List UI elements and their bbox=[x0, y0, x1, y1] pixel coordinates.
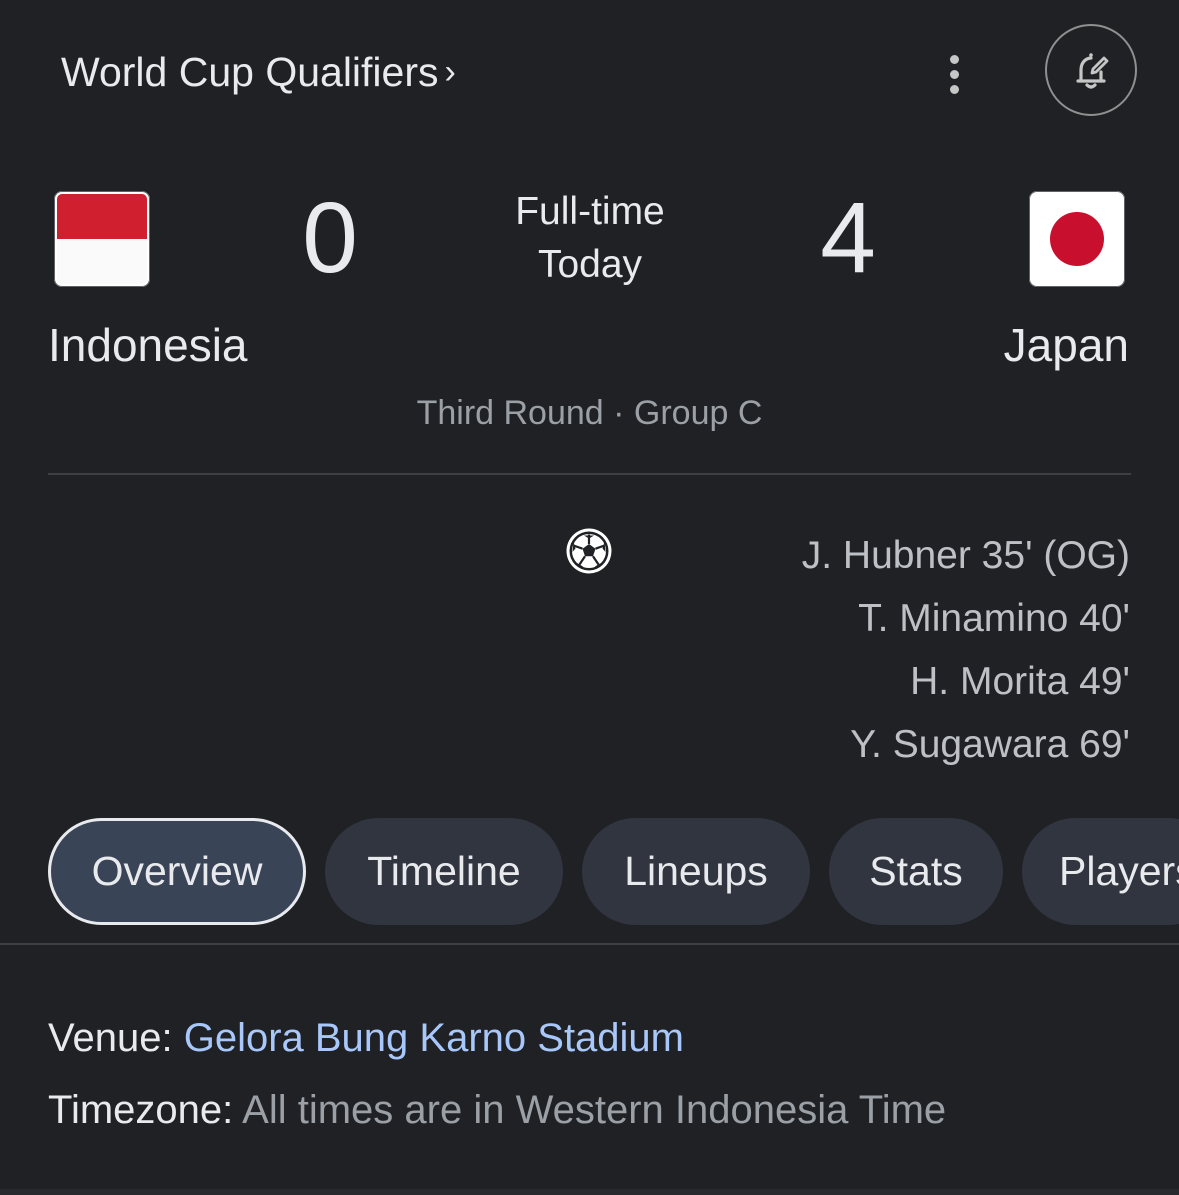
match-date: Today bbox=[537, 243, 643, 286]
competition-link[interactable]: World Cup Qualifiers › bbox=[61, 46, 456, 101]
soccer-ball-icon bbox=[566, 528, 612, 574]
timezone-label: Timezone: bbox=[48, 1088, 234, 1132]
tab-overview[interactable]: Overview bbox=[48, 818, 306, 925]
more-options-button[interactable] bbox=[924, 42, 984, 106]
japan-flag-icon bbox=[1029, 191, 1125, 287]
tab-players[interactable]: Players bbox=[1022, 818, 1179, 925]
tab-lineups[interactable]: Lineups bbox=[582, 818, 810, 925]
match-card: World Cup Qualifiers › 0 Full-time Today … bbox=[0, 0, 1179, 1195]
divider bbox=[48, 473, 1131, 475]
tab-stats[interactable]: Stats bbox=[829, 818, 1003, 925]
timezone-value: All times are in Western Indonesia Time bbox=[242, 1088, 947, 1132]
divider bbox=[0, 943, 1179, 945]
match-tabs: Overview Timeline Lineups Stats Players bbox=[48, 818, 1179, 925]
tab-timeline[interactable]: Timeline bbox=[325, 818, 563, 925]
scorer-item: H. Morita 49' bbox=[910, 660, 1130, 703]
competition-title: World Cup Qualifiers bbox=[61, 49, 439, 95]
round-info: Third Round · Group C bbox=[416, 394, 763, 432]
match-alert-button[interactable] bbox=[1045, 24, 1137, 116]
home-score: 0 bbox=[302, 182, 358, 294]
venue-row: Venue: Gelora Bung Karno Stadium bbox=[48, 1011, 684, 1065]
away-scorers-list: J. Hubner 35' (OG) T. Minamino 40' H. Mo… bbox=[802, 524, 1130, 776]
bell-edit-icon bbox=[1076, 53, 1109, 89]
more-vert-icon bbox=[949, 52, 959, 97]
away-team-name[interactable]: Japan bbox=[1004, 316, 1129, 374]
card-bottom-edge bbox=[0, 1189, 1179, 1195]
home-team-name[interactable]: Indonesia bbox=[48, 316, 248, 374]
chevron-right-icon: › bbox=[444, 53, 456, 91]
venue-link[interactable]: Gelora Bung Karno Stadium bbox=[184, 1016, 684, 1060]
scorer-item: J. Hubner 35' (OG) bbox=[801, 534, 1130, 577]
timezone-row: Timezone: All times are in Western Indon… bbox=[48, 1083, 946, 1137]
venue-label: Venue: bbox=[48, 1016, 173, 1060]
indonesia-flag-icon bbox=[54, 191, 150, 287]
match-status: Full-time Today bbox=[470, 185, 710, 291]
scorer-item: Y. Sugawara 69' bbox=[850, 723, 1130, 766]
status-label: Full-time bbox=[515, 190, 665, 233]
scorer-item: T. Minamino 40' bbox=[858, 597, 1130, 640]
away-score: 4 bbox=[820, 182, 876, 294]
